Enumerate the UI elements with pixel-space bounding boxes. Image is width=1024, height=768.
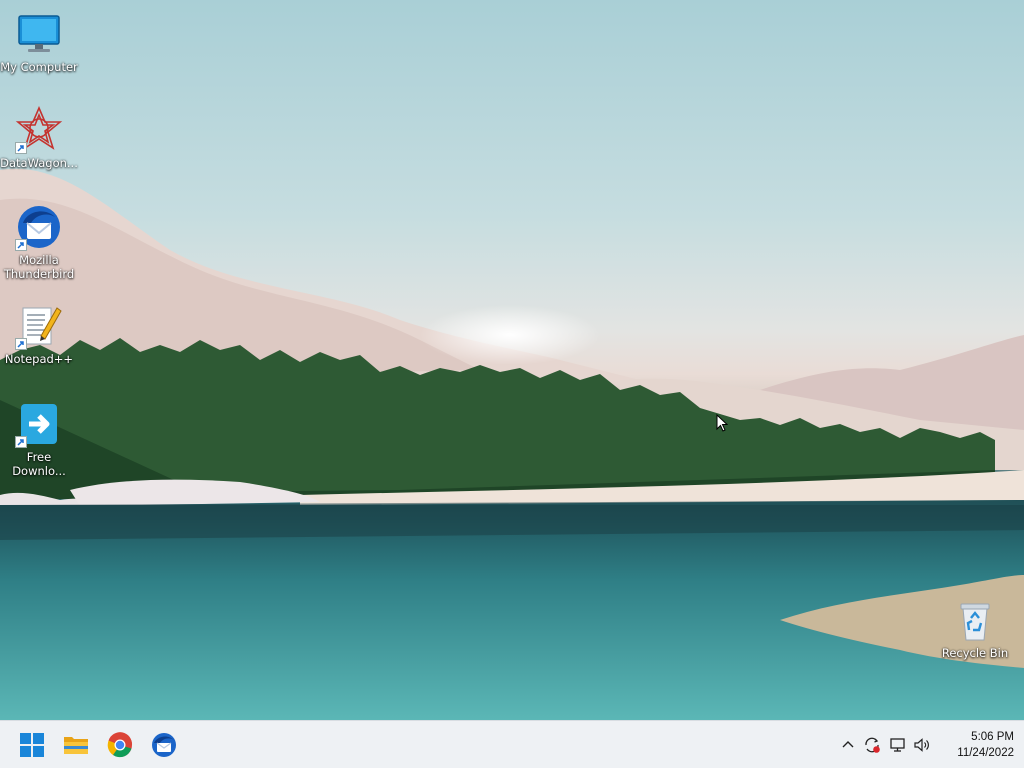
wallpaper [0, 168, 1024, 720]
taskbar-chrome-button[interactable] [104, 729, 136, 761]
start-button[interactable] [16, 729, 48, 761]
shortcut-arrow-icon [15, 239, 27, 251]
monitor-icon [15, 10, 63, 58]
shortcut-arrow-icon [15, 338, 27, 350]
icon-label: Recycle Bin [941, 646, 1009, 660]
icon-label: Mozilla Thunderbird [3, 253, 75, 281]
network-icon [890, 738, 905, 752]
thunderbird-icon [15, 203, 63, 251]
sync-alert-icon [865, 737, 880, 753]
taskbar-thunderbird-button[interactable] [148, 729, 180, 761]
clock-time: 5:06 PM [971, 731, 1014, 743]
taskbar: 5:06 PM 11/24/2022 [0, 720, 1024, 768]
tray-network-button[interactable] [888, 735, 908, 755]
show-hidden-icons-button[interactable] [838, 735, 858, 755]
volume-icon [914, 738, 929, 752]
icon-label: Free Downlo... [12, 450, 66, 478]
desktop-icon-free-download-manager[interactable]: Free Downlo... [0, 400, 78, 478]
taskbar-file-explorer-button[interactable] [60, 729, 92, 761]
desktop-icon-datawagon[interactable]: DataWagon... [0, 106, 78, 170]
chevron-up-icon [842, 741, 854, 748]
shortcut-arrow-icon [15, 436, 27, 448]
free-download-manager-icon [15, 400, 63, 448]
file-explorer-icon [64, 737, 88, 754]
recycle-bin-icon [951, 596, 999, 644]
mouse-cursor-icon [716, 414, 728, 432]
shortcut-arrow-icon [15, 142, 27, 154]
desktop-icon-my-computer[interactable]: My Computer [0, 10, 78, 74]
notepad-icon [15, 302, 63, 350]
icon-label: DataWagon... [0, 156, 78, 170]
taskbar-clock[interactable]: 5:06 PM 11/24/2022 [957, 729, 1014, 761]
thunderbird-icon [152, 733, 176, 757]
desktop-icon-notepad-plus-plus[interactable]: Notepad++ [0, 302, 78, 366]
tray-sync-button[interactable] [862, 735, 882, 755]
desktop[interactable]: My Computer DataWagon... Mozilla Thunder… [0, 0, 1024, 720]
icon-label: Notepad++ [4, 352, 74, 366]
chrome-icon [107, 732, 133, 758]
windows-start-icon [20, 733, 44, 757]
desktop-icon-recycle-bin[interactable]: Recycle Bin [936, 596, 1014, 660]
datawagon-icon [15, 106, 63, 154]
tray-volume-button[interactable] [912, 735, 932, 755]
icon-label: My Computer [0, 60, 78, 74]
clock-date: 11/24/2022 [957, 747, 1014, 759]
desktop-icon-mozilla-thunderbird[interactable]: Mozilla Thunderbird [0, 203, 78, 281]
